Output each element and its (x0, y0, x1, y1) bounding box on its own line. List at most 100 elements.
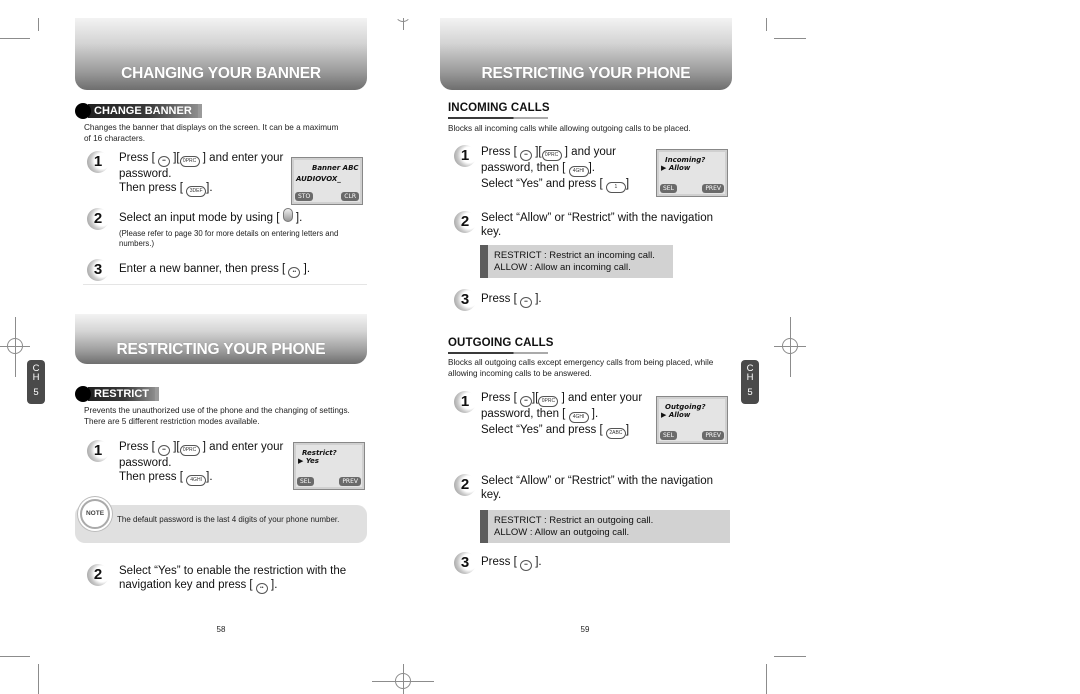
bullet-icon (75, 103, 91, 119)
step-text-part: ][ (173, 441, 180, 453)
step-1: 1 Press [ •• ][0PRC ] and your password,… (454, 145, 654, 193)
crop-mark (774, 38, 806, 39)
section-banner: RESTRICTING YOUR PHONE (75, 314, 367, 364)
four-key-icon: 4GHI (186, 475, 207, 486)
step-1: 1 Press [ •• ][0PRC ] and enter your pas… (87, 440, 297, 486)
step-text-part: ]. (535, 556, 542, 568)
step-1: 1 Press [ ••][0PRC ] and enter your pass… (454, 391, 664, 439)
step-text: Select “Yes” to enable the restriction w… (119, 564, 346, 594)
screen-line: ▶ Yes (298, 457, 319, 465)
step-text-part: Press [ (481, 146, 517, 158)
screen-line: Banner ABC (312, 164, 359, 172)
step-text: Press [ •• ][0PRC ] and enter your passw… (119, 151, 283, 197)
step-2: 2 Select an input mode by using [ ]. (Pl… (87, 208, 367, 249)
step-text-part: Select an input mode by using [ (119, 212, 280, 224)
step-text-part: ]. (591, 408, 599, 420)
step-text-part: Select “Yes” to enable the restriction w… (119, 565, 347, 577)
chapter-tab: C H 5 (27, 360, 45, 404)
step-3: 3 Press [ •• ]. (454, 289, 654, 311)
menu-key-icon: 0PRC (541, 150, 562, 161)
step-text-part: Select “Allow” or “Restrict” with the na… (481, 475, 713, 487)
step-number: 1 (454, 145, 476, 167)
step-text-part: Select “Allow” or “Restrict” with the na… (481, 212, 713, 224)
step-2: 2 Select “Yes” to enable the restriction… (87, 564, 367, 594)
screen-line: ▶ Allow (661, 164, 691, 172)
registration-mark (7, 338, 23, 354)
ok-key-icon: •• (158, 445, 170, 456)
subsection-heading: RESTRICT (75, 386, 159, 402)
step-text-part: Press [ (119, 441, 155, 453)
step-text-part: ] and enter your (202, 152, 284, 164)
step-text-part: navigation key and press [ (119, 579, 253, 591)
step-text: Press [ •• ]. (481, 555, 542, 574)
softkey-right: CLR (341, 192, 359, 201)
step-1: 1 Press [ •• ][0PRC ] and enter your pas… (87, 151, 292, 197)
menu-key-icon: 0PRC (179, 445, 200, 456)
step-text-part: key. (481, 489, 502, 501)
step-text-part: key. (481, 226, 502, 238)
step-text-part: ]. (535, 293, 542, 305)
step-number: 3 (87, 259, 109, 281)
step-number: 3 (454, 289, 476, 311)
crop-mark (774, 656, 806, 657)
info-box-text: RESTRICT : Restrict an incoming call. AL… (488, 245, 655, 278)
step-text-part: Then press [ (119, 471, 183, 483)
divider (83, 284, 367, 285)
ok-key-icon: •• (158, 156, 170, 167)
section-title-incoming: INCOMING CALLS (448, 102, 550, 114)
softkey-right: PREV (702, 184, 724, 193)
step-text-part: Select “Yes” and press [ (481, 424, 603, 436)
step-number: 1 (87, 440, 109, 462)
step-text: Press [ •• ][0PRC ] and your password, t… (481, 145, 629, 193)
registration-mark (782, 338, 798, 354)
step-2: 2 Select “Allow” or “Restrict” with the … (454, 211, 734, 239)
step-text-part: ]. (303, 263, 311, 275)
info-box: RESTRICT : Restrict an incoming call. AL… (480, 245, 673, 278)
step-text-part: ] (625, 424, 630, 436)
step-number: 2 (454, 474, 476, 496)
info-line: ALLOW : Allow an incoming call. (494, 262, 631, 273)
subsection-heading-label: RESTRICT (88, 387, 159, 401)
ok-key-icon: •• (520, 396, 532, 407)
subsection-heading-label: CHANGE BANNER (88, 104, 202, 118)
navigation-key-icon (282, 208, 293, 222)
crop-mark (38, 664, 39, 694)
section-description: Changes the banner that displays on the … (84, 123, 339, 143)
step-3: 3 Enter a new banner, then press [ •• ]. (87, 259, 367, 281)
softkey-right: PREV (339, 477, 361, 486)
info-box-accent (480, 245, 488, 278)
note-icon: NOTE (80, 499, 110, 529)
note-text: The default password is the last 4 digit… (117, 515, 340, 524)
info-line: ALLOW : Allow an outgoing call. (494, 527, 630, 538)
crop-mark (38, 18, 39, 31)
step-text-part: ][ (173, 152, 180, 164)
step-text-part: ] and your (564, 146, 616, 158)
step-number: 1 (454, 391, 476, 413)
step-text-part: Enter a new banner, then press [ (119, 263, 286, 275)
step-text-part: password, then [ (481, 408, 566, 420)
step-2: 2 Select “Allow” or “Restrict” with the … (454, 474, 734, 502)
registration-mark (395, 673, 411, 689)
step-text: Press [ •• ]. (481, 292, 542, 311)
section-underline (448, 352, 548, 354)
step-text-part: ]. (271, 579, 278, 591)
section-underline (448, 117, 548, 119)
step-text-part: ] and enter your (561, 392, 643, 404)
bullet-icon (75, 386, 91, 402)
step-text-part: ]. (588, 162, 595, 174)
screen-line: ▶ Allow (661, 411, 691, 419)
step-number: 2 (87, 564, 109, 586)
two-key-icon: 2ABC (605, 428, 626, 439)
step-text: Press [ •• ][0PRC ] and enter your passw… (119, 440, 283, 486)
step-text-part: password. (119, 168, 172, 180)
section-description: Blocks all outgoing calls except emergen… (448, 358, 714, 378)
four-key-icon: 4GHI (568, 166, 589, 177)
info-line: RESTRICT : Restrict an outgoing call. (494, 515, 654, 526)
step-text-part: Press [ (481, 293, 517, 305)
phone-screen-banner: Banner ABC AUDIOVOX_ STO CLR (291, 157, 363, 205)
step-text-part: ]. (295, 212, 303, 224)
crop-mark (0, 38, 30, 39)
chapter-tab: C H 5 (741, 360, 759, 404)
step-text-part: Select “Yes” and press [ (481, 178, 603, 190)
ok-key-icon: •• (520, 297, 532, 308)
